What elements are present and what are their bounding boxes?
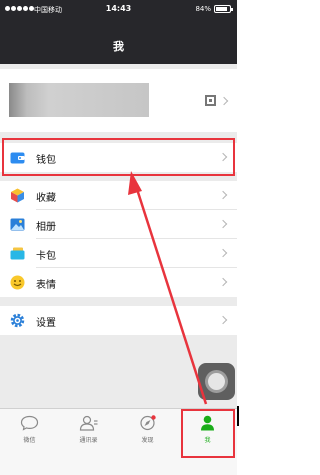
- menu-item-stickers[interactable]: 表情: [0, 268, 237, 297]
- tab-label: 发现: [141, 437, 154, 444]
- wechat-me-screen: 中国移动 14:43 84% 我 钱包 收藏 相册 卡包 表情 设置 微信 通讯…: [0, 0, 237, 475]
- battery-percent: 84%: [195, 5, 211, 13]
- tab-discover[interactable]: 发现: [118, 409, 177, 449]
- contacts-icon: [79, 415, 98, 431]
- chat-bubble-icon: [20, 415, 39, 431]
- menu-item-favorites[interactable]: 收藏: [0, 181, 237, 210]
- tab-chats[interactable]: 微信: [0, 409, 59, 449]
- menu-item-cards[interactable]: 卡包: [0, 239, 237, 268]
- menu-item-album[interactable]: 相册: [0, 210, 237, 239]
- me-tab-highlight-box: [181, 409, 235, 458]
- assistive-touch-button[interactable]: [198, 363, 235, 400]
- favorites-cube-icon: [10, 188, 25, 203]
- top-bar: 中国移动 14:43 84% 我: [0, 0, 237, 64]
- battery-indicator: 84%: [195, 5, 233, 13]
- menu-item-label: 相册: [36, 222, 56, 233]
- battery-icon: [214, 5, 233, 13]
- compass-icon: [140, 415, 156, 431]
- chevron-right-icon: [218, 219, 228, 229]
- wallet-highlight-box: [2, 138, 235, 176]
- tab-label: 微信: [23, 437, 36, 444]
- settings-gear-icon: [10, 313, 25, 328]
- chevron-right-icon: [218, 248, 228, 258]
- album-icon: [10, 217, 25, 232]
- chevron-right-icon: [218, 315, 228, 325]
- profile-avatar-blurred: [9, 83, 149, 117]
- menu-item-settings[interactable]: 设置: [0, 306, 237, 335]
- card-pack-icon: [10, 246, 25, 261]
- chevron-right-icon: [218, 190, 228, 200]
- sticker-smile-icon: [10, 275, 25, 290]
- assistive-dot: [208, 373, 225, 390]
- chevron-right-icon: [218, 277, 228, 287]
- page-title: 我: [113, 40, 124, 53]
- tab-contacts[interactable]: 通讯录: [59, 409, 118, 449]
- qr-code-icon[interactable]: [205, 95, 216, 106]
- text-cursor: [237, 406, 239, 426]
- status-bar: 中国移动 14:43 84%: [0, 0, 237, 20]
- menu-item-label: 表情: [36, 280, 56, 291]
- menu-item-label: 设置: [36, 318, 56, 329]
- menu-item-label: 收藏: [36, 193, 56, 204]
- menu-item-label: 卡包: [36, 251, 56, 262]
- tab-label: 通讯录: [79, 437, 98, 444]
